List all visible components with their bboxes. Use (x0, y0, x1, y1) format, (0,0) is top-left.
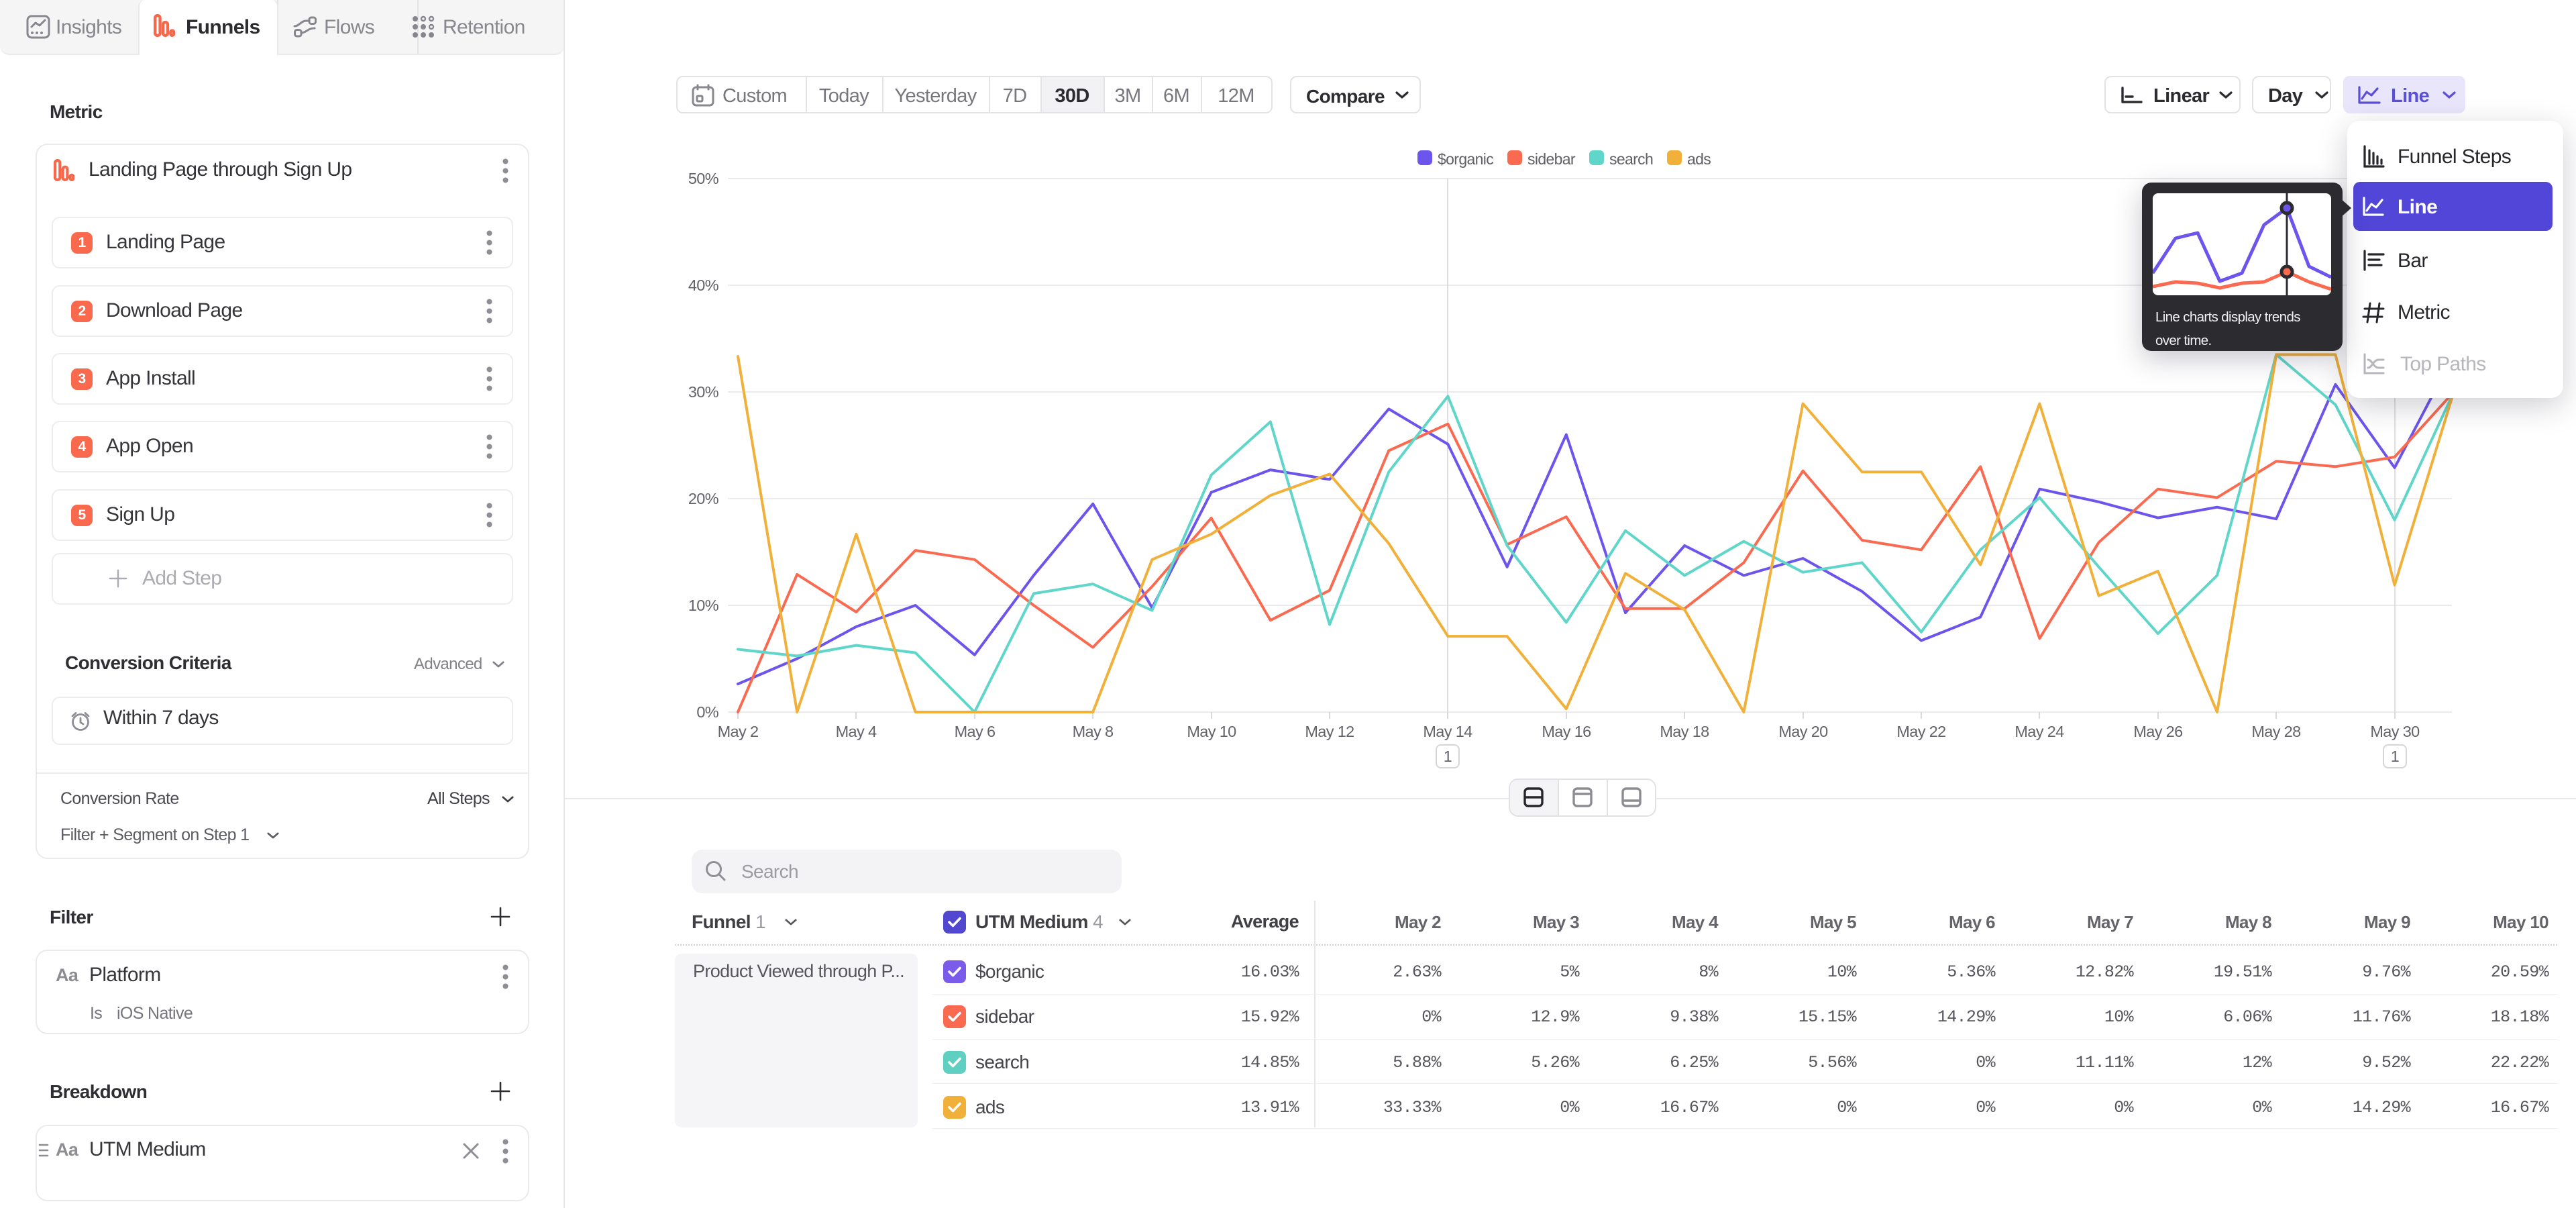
svg-text:1: 1 (2391, 748, 2399, 765)
svg-text:May 30: May 30 (2370, 723, 2420, 740)
svg-text:30%: 30% (688, 383, 719, 401)
svg-text:50%: 50% (688, 170, 719, 187)
svg-text:0%: 0% (696, 703, 718, 721)
svg-text:May 8: May 8 (1073, 723, 1114, 740)
svg-text:May 12: May 12 (1305, 723, 1354, 740)
svg-text:May 20: May 20 (1778, 723, 1828, 740)
svg-text:May 10: May 10 (1187, 723, 1236, 740)
svg-text:May 24: May 24 (2015, 723, 2064, 740)
svg-text:1: 1 (1444, 748, 1452, 765)
svg-text:20%: 20% (688, 490, 719, 507)
svg-text:May 4: May 4 (836, 723, 877, 740)
svg-text:May 2: May 2 (718, 723, 759, 740)
svg-text:May 18: May 18 (1660, 723, 1709, 740)
svg-text:40%: 40% (688, 276, 719, 294)
svg-text:May 22: May 22 (1896, 723, 1945, 740)
svg-text:May 6: May 6 (955, 723, 996, 740)
svg-text:10%: 10% (688, 597, 719, 614)
svg-text:May 26: May 26 (2133, 723, 2183, 740)
svg-text:May 16: May 16 (1542, 723, 1591, 740)
svg-text:May 28: May 28 (2251, 723, 2301, 740)
svg-text:May 14: May 14 (1423, 723, 1472, 740)
